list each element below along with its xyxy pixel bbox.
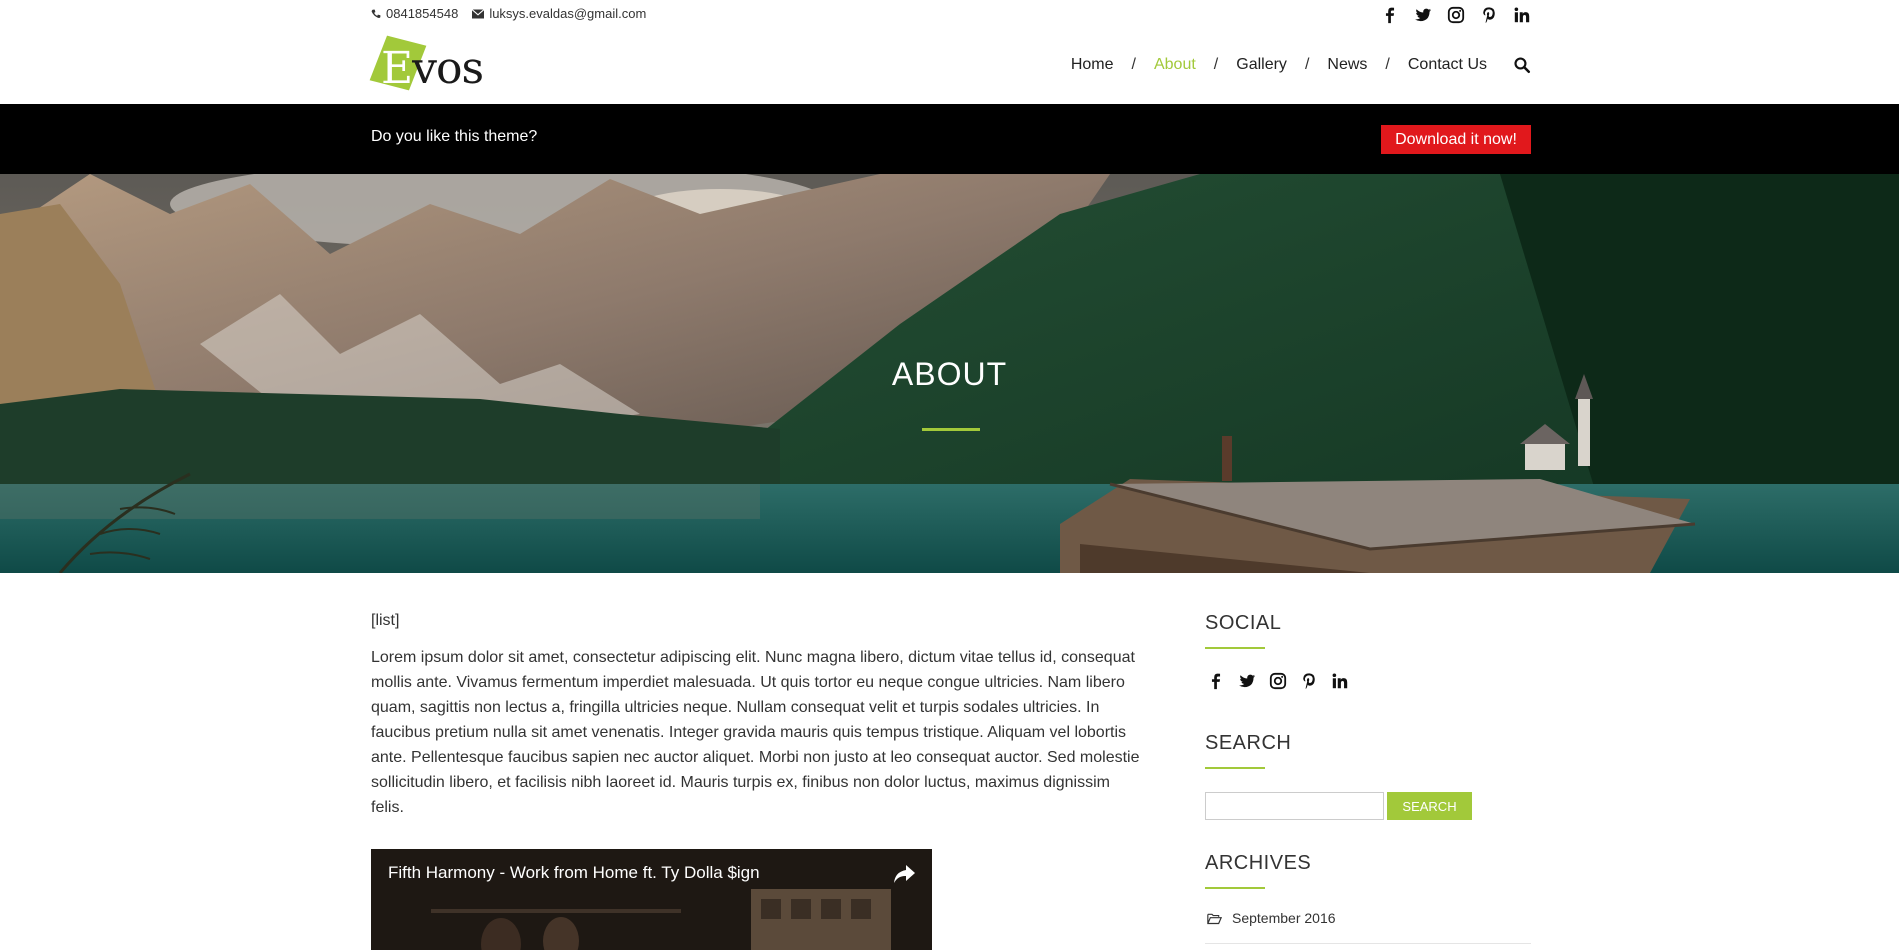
phone-icon: [371, 9, 381, 19]
main-nav: Home / About / Gallery / News / Contact …: [1071, 56, 1531, 74]
search-input[interactable]: [1205, 792, 1384, 820]
pinterest-icon[interactable]: [1300, 672, 1318, 690]
nav-item-home[interactable]: Home: [1071, 56, 1114, 74]
phone-number[interactable]: 0841854548: [386, 6, 458, 21]
search-form: SEARCH: [1205, 792, 1472, 820]
site-logo[interactable]: Evos: [369, 35, 484, 94]
archives-widget-title: ARCHIVES: [1205, 852, 1312, 874]
widget-underline: [1205, 887, 1265, 889]
share-icon[interactable]: [892, 863, 916, 885]
nav-separator: /: [1385, 56, 1390, 73]
search-widget-title: SEARCH: [1205, 732, 1292, 754]
archive-divider: [1205, 943, 1531, 944]
widget-underline: [1205, 647, 1265, 649]
folder-open-icon: [1207, 912, 1222, 925]
title-underline: [922, 428, 980, 431]
search-widget: SEARCH SEARCH: [1205, 732, 1472, 820]
facebook-icon[interactable]: [1207, 672, 1225, 690]
archives-widget: ARCHIVES September 2016: [1205, 852, 1531, 926]
linkedin-icon[interactable]: [1331, 672, 1349, 690]
top-social-links: [1381, 6, 1531, 24]
download-button[interactable]: Download it now!: [1381, 125, 1531, 154]
pinterest-icon[interactable]: [1480, 6, 1498, 24]
linkedin-icon[interactable]: [1513, 6, 1531, 24]
promo-strip: Do you like this theme? Download it now!: [0, 104, 1899, 174]
sidebar-social-links: [1207, 672, 1349, 690]
instagram-icon[interactable]: [1447, 6, 1465, 24]
nav-item-news[interactable]: News: [1327, 56, 1367, 74]
nav-item-gallery[interactable]: Gallery: [1236, 56, 1287, 74]
envelope-icon: [472, 8, 485, 19]
twitter-icon[interactable]: [1414, 6, 1432, 24]
nav-separator: /: [1131, 56, 1136, 73]
body-paragraph: Lorem ipsum dolor sit amet, consectetur …: [371, 649, 1140, 816]
archive-link-label[interactable]: September 2016: [1232, 910, 1336, 926]
site-header: Evos Home / About / Gallery / News / Con…: [369, 35, 1531, 94]
archive-link[interactable]: September 2016: [1207, 910, 1336, 926]
video-embed[interactable]: Fifth Harmony - Work from Home ft. Ty Do…: [371, 849, 932, 950]
facebook-icon[interactable]: [1381, 6, 1399, 24]
instagram-icon[interactable]: [1269, 672, 1287, 690]
search-button[interactable]: SEARCH: [1387, 792, 1472, 820]
top-contact-bar: 0841854548 luksys.evaldas@gmail.com: [371, 6, 1531, 26]
social-widget: SOCIAL: [1205, 612, 1348, 690]
search-icon[interactable]: [1513, 56, 1531, 74]
widget-underline: [1205, 767, 1265, 769]
nav-separator: /: [1304, 56, 1310, 73]
twitter-icon[interactable]: [1238, 672, 1256, 690]
nav-separator: /: [1213, 56, 1219, 73]
video-title[interactable]: Fifth Harmony - Work from Home ft. Ty Do…: [388, 863, 760, 883]
page-title: ABOUT: [891, 356, 1008, 392]
nav-item-contact-us[interactable]: Contact Us: [1408, 56, 1487, 74]
email-address[interactable]: luksys.evaldas@gmail.com: [489, 6, 646, 21]
nav-item-about[interactable]: About: [1154, 56, 1196, 74]
phone: 0841854548: [371, 6, 458, 21]
shortcode-text: [list]: [371, 612, 400, 629]
contact-info: 0841854548 luksys.evaldas@gmail.com: [371, 6, 646, 21]
email: luksys.evaldas@gmail.com: [472, 6, 646, 21]
promo-message: Do you like this theme?: [371, 128, 538, 145]
logo-text: Evos: [381, 43, 484, 94]
hero-banner: ABOUT: [0, 174, 1899, 573]
main-content: [list] Lorem ipsum dolor sit amet, conse…: [371, 612, 1141, 820]
social-widget-title: SOCIAL: [1205, 612, 1282, 634]
